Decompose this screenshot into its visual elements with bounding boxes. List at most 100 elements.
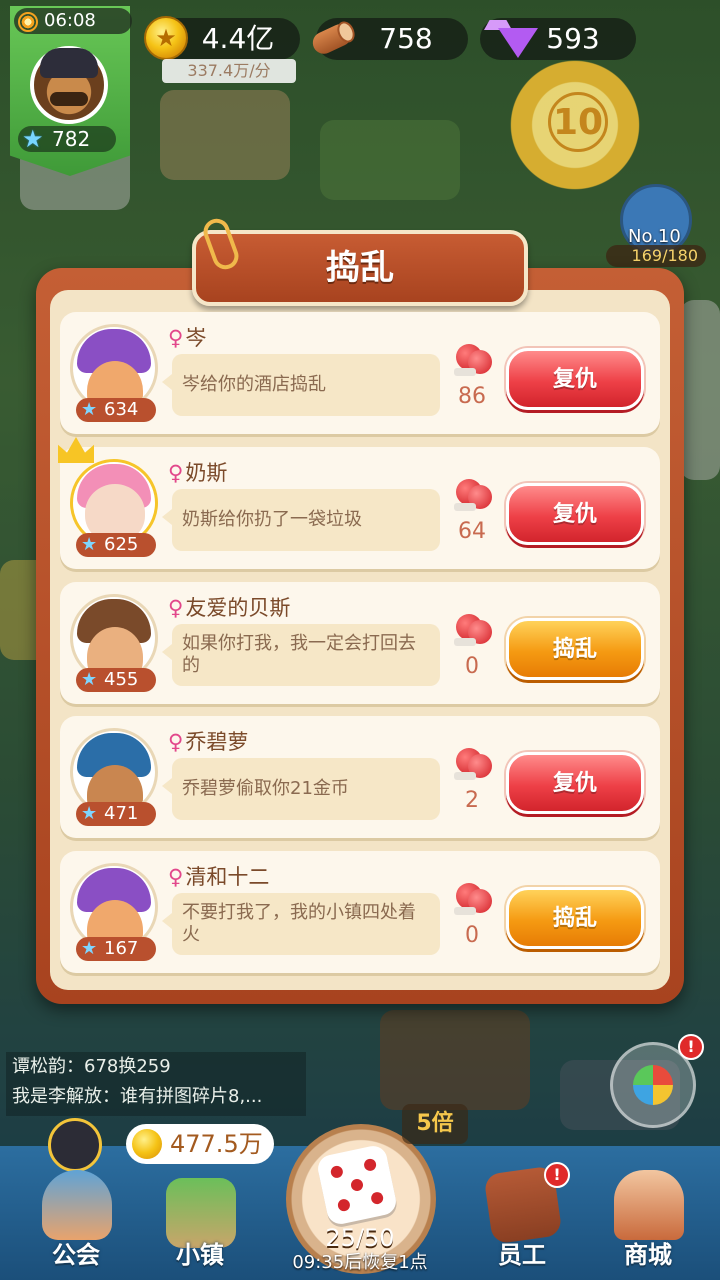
- rank-progress: 169/180: [606, 245, 706, 267]
- nav-guild[interactable]: 公会: [16, 1160, 136, 1278]
- avatar-hat: [40, 48, 98, 78]
- trophy-number: 10: [548, 92, 608, 152]
- player-level-badge: ★ 634: [76, 398, 156, 422]
- sun-icon: [18, 12, 38, 32]
- star-icon: ★: [22, 125, 44, 153]
- female-icon: ♀: [168, 865, 184, 889]
- attack-count: 86: [458, 384, 486, 409]
- coin-rate: 337.4万/分: [162, 59, 296, 83]
- list-item: ★ 634 ♀岑 岑给你的酒店捣乱 86 复仇: [60, 312, 660, 434]
- message-bubble: 乔碧萝偷取你21金币: [162, 758, 440, 820]
- female-icon: ♀: [168, 596, 184, 620]
- star-icon: ★: [81, 399, 98, 420]
- message-text: 岑给你的酒店捣乱: [182, 374, 326, 395]
- nav-shop[interactable]: 商城: [588, 1160, 708, 1278]
- nav-label: 员工: [498, 1241, 546, 1269]
- time-chip: 06:08: [14, 8, 132, 34]
- nav-label: 商城: [624, 1241, 672, 1269]
- modal-title: 捣乱: [326, 248, 394, 288]
- boxing-glove-icon: [452, 477, 492, 513]
- player-level: 625: [104, 534, 139, 555]
- attack-count: 2: [465, 788, 479, 813]
- dice-recovery-timer: 09:35后恢复1点: [292, 1252, 428, 1273]
- player-name: ♀奶斯: [168, 457, 227, 487]
- message-text: 奶斯给你扔了一袋垃圾: [182, 509, 362, 530]
- message-bubble: 岑给你的酒店捣乱: [162, 354, 440, 416]
- player-name-text: 友爱的贝斯: [185, 596, 291, 620]
- chat-line: 谭松韵：678换259: [12, 1056, 171, 1077]
- wood-log-icon: [308, 18, 358, 58]
- player-avatar[interactable]: [30, 46, 108, 124]
- chat-line: 我是李解放：谁有拼图碎片8,...: [12, 1086, 263, 1107]
- gem-icon: [478, 20, 538, 58]
- list-item: ★ 471 ♀乔碧萝 乔碧萝偷取你21金币 2 复仇: [60, 716, 660, 838]
- clock-time: 06:08: [44, 10, 96, 31]
- guild-icon: [42, 1170, 112, 1240]
- player-level-badge: ★ 167: [76, 937, 156, 961]
- staff-alert-badge: !: [544, 1162, 570, 1188]
- player-level-badge: ★ 455: [76, 668, 156, 692]
- coins-counter[interactable]: ★ 4.4亿: [144, 16, 300, 60]
- nav-label: 公会: [52, 1241, 100, 1269]
- town-coins-value: 477.5万: [170, 1130, 263, 1158]
- message-bubble: 如果你打我，我一定会打回去的: [162, 624, 440, 686]
- player-name: ♀友爱的贝斯: [168, 592, 290, 622]
- message-bubble: 奶斯给你扔了一袋垃圾: [162, 489, 440, 551]
- female-icon: ♀: [168, 461, 184, 485]
- revenge-button[interactable]: 复仇: [506, 752, 644, 814]
- town-coins-bubble[interactable]: 477.5万: [126, 1124, 274, 1164]
- alert-icon: !: [678, 1034, 704, 1060]
- coins-value: 4.4亿: [201, 22, 275, 55]
- player-level-chip: ★ 782: [18, 126, 116, 152]
- dice-icon: [315, 1143, 399, 1227]
- attack-count: 0: [465, 654, 479, 679]
- player-level: 167: [104, 938, 139, 959]
- chat-feed[interactable]: 谭松韵：678换259 我是李解放：谁有拼图碎片8,...: [6, 1052, 306, 1116]
- shop-icon: [614, 1170, 684, 1240]
- star-icon: ★: [81, 669, 98, 690]
- star-icon: ★: [81, 803, 98, 824]
- avatar-mustache: [50, 92, 88, 106]
- wood-value: 758: [379, 22, 433, 55]
- player-level: 634: [104, 399, 139, 420]
- nav-label: 小镇: [176, 1241, 224, 1269]
- boxing-glove-icon: [452, 746, 492, 782]
- rank-label: No.10: [628, 226, 681, 247]
- player-name: ♀清和十二: [168, 861, 269, 891]
- dice-multiplier[interactable]: 5倍: [402, 1104, 468, 1144]
- attack-count: 64: [458, 519, 486, 544]
- list-item: ★ 625 ♀奶斯 奶斯给你扔了一袋垃圾 64 复仇: [58, 437, 660, 569]
- mess-button[interactable]: 捣乱: [506, 887, 644, 949]
- player-name-text: 清和十二: [185, 865, 270, 889]
- star-icon: ★: [81, 938, 98, 959]
- female-icon: ♀: [168, 730, 184, 754]
- player-name: ♀岑: [168, 322, 206, 352]
- mess-button[interactable]: 捣乱: [506, 618, 644, 680]
- female-icon: ♀: [168, 326, 184, 350]
- player-name-text: 奶斯: [185, 461, 228, 485]
- nav-town[interactable]: 小镇: [140, 1160, 260, 1278]
- coin-icon: ★: [144, 16, 188, 60]
- star-icon: ★: [81, 534, 98, 555]
- player-level-badge: ★ 625: [76, 533, 156, 557]
- message-bubble: 不要打我了，我的小镇四处着火: [162, 893, 440, 955]
- list-item: ★ 455 ♀友爱的贝斯 如果你打我，我一定会打回去的 0 捣乱: [60, 582, 660, 704]
- revenge-button[interactable]: 复仇: [506, 348, 644, 410]
- player-name-text: 岑: [185, 326, 207, 350]
- player-name-text: 乔碧萝: [185, 730, 249, 754]
- player-level: 455: [104, 669, 139, 690]
- boxing-glove-icon: [452, 881, 492, 917]
- message-text: 乔碧萝偷取你21金币: [182, 778, 349, 799]
- boxing-glove-icon: [452, 612, 492, 648]
- player-name: ♀乔碧萝: [168, 726, 248, 756]
- revenge-button[interactable]: 复仇: [506, 483, 644, 545]
- player-level-badge: ★ 471: [76, 802, 156, 826]
- message-text: 如果你打我，我一定会打回去的: [182, 633, 416, 676]
- player-level: 782: [52, 127, 91, 151]
- player-level: 471: [104, 803, 139, 824]
- wood-counter[interactable]: 758: [309, 18, 468, 60]
- message-text: 不要打我了，我的小镇四处着火: [182, 902, 416, 945]
- list-item: ★ 167 ♀清和十二 不要打我了，我的小镇四处着火 0 捣乱: [60, 851, 660, 973]
- boxing-glove-icon: [452, 342, 492, 378]
- attack-count: 0: [465, 923, 479, 948]
